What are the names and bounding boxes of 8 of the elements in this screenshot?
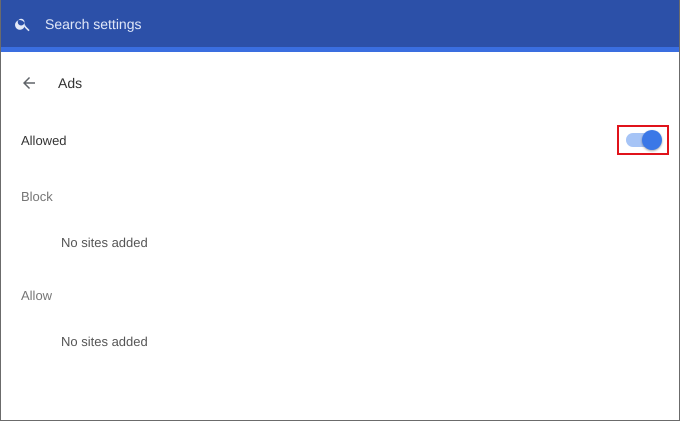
search-field[interactable]: Search settings [45,16,345,32]
page-title: Ads [58,75,82,91]
setting-label: Allowed [21,132,67,148]
empty-message: No sites added [60,333,149,351]
section-heading: Allow [20,287,54,305]
section-heading: Block [20,188,54,206]
empty-message: No sites added [60,234,149,252]
toggle-switch[interactable] [626,133,660,147]
